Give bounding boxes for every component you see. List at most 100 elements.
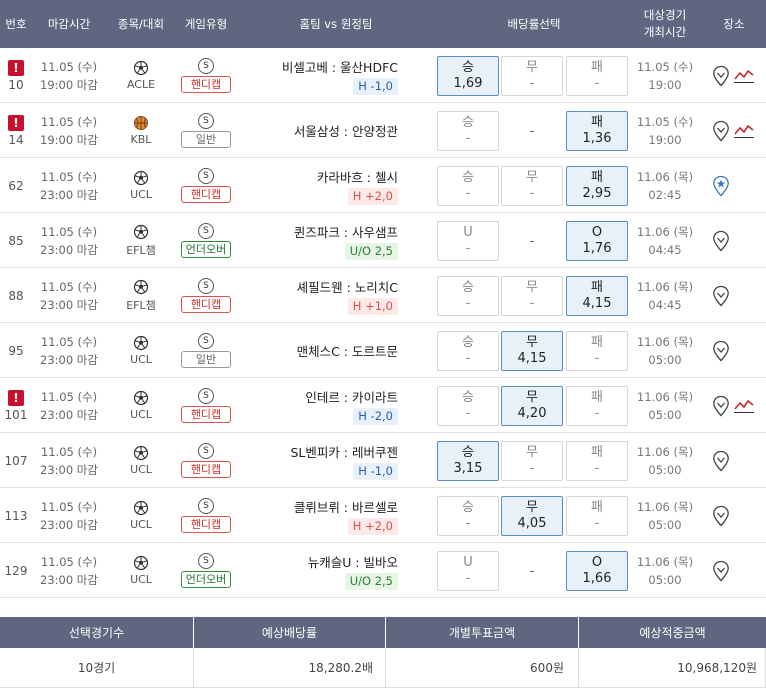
team-names: 비셀고베 : 울산HDFC bbox=[281, 59, 398, 75]
odds-away-button[interactable]: 패- bbox=[566, 496, 628, 536]
alert-flag-icon: ! bbox=[8, 114, 24, 131]
trend-chart-icon[interactable] bbox=[733, 123, 755, 139]
odds-label: 패 bbox=[591, 170, 603, 185]
place bbox=[712, 268, 762, 323]
game-type-badge: 핸디캡 bbox=[181, 296, 231, 313]
odds-draw-button[interactable]: 무- bbox=[501, 441, 563, 481]
event-date: 11.06 (목) bbox=[636, 444, 694, 459]
summary-header-payout: 예상적중금액 bbox=[579, 617, 766, 648]
match-teams: 클뤼브뤼 : 바르셀로 H +2,0 bbox=[236, 488, 436, 543]
odds-label: 승 bbox=[462, 390, 474, 405]
league-name: ACLE bbox=[126, 78, 156, 91]
event-clock: 05:00 bbox=[648, 407, 682, 422]
odds-home-button[interactable]: 승- bbox=[437, 331, 499, 371]
single-bet-icon: S bbox=[198, 388, 214, 404]
game-type: S 핸디캡 bbox=[176, 48, 236, 103]
match-number-text: 85 bbox=[8, 233, 24, 248]
header-game-type: 게임유형 bbox=[184, 16, 228, 31]
odds-away-button[interactable]: 패- bbox=[566, 56, 628, 96]
map-pin-icon[interactable] bbox=[712, 560, 730, 582]
trend-chart-icon[interactable] bbox=[733, 398, 755, 414]
odds-value: - bbox=[529, 76, 535, 91]
event-time: 11.06 (목) 05:00 bbox=[632, 378, 698, 433]
odds-home-button[interactable]: 승- bbox=[437, 496, 499, 536]
handicap-line: U/O 2,5 bbox=[344, 572, 398, 590]
game-type-badge: 핸디캡 bbox=[181, 406, 231, 423]
odds-label: 패 bbox=[591, 335, 603, 350]
map-pin-star-icon[interactable] bbox=[712, 175, 730, 197]
map-pin-icon[interactable] bbox=[712, 505, 730, 527]
deadline-time: 23:00 마감 bbox=[40, 462, 98, 477]
game-type-badge: 핸디캡 bbox=[181, 76, 231, 93]
match-teams: 비셀고베 : 울산HDFC H -1,0 bbox=[236, 48, 436, 103]
match-number: 129 bbox=[0, 543, 32, 598]
odds-home-button[interactable]: 승- bbox=[437, 166, 499, 206]
odds-label: 패 bbox=[591, 390, 603, 405]
odds-away-button[interactable]: 패- bbox=[566, 386, 628, 426]
trend-chart-icon[interactable] bbox=[733, 68, 755, 84]
place bbox=[712, 433, 762, 488]
odds-value: - bbox=[465, 351, 471, 366]
odds-away-button[interactable]: 패- bbox=[566, 441, 628, 481]
odds-draw-button[interactable]: 무- bbox=[501, 276, 563, 316]
odds-value: - bbox=[465, 296, 471, 311]
league-name: EFL챔 bbox=[126, 243, 156, 257]
event-time: 11.06 (목) 04:45 bbox=[632, 213, 698, 268]
team-names: 맨체스C : 도르트문 bbox=[296, 344, 398, 359]
event-time: 11.06 (목) 02:45 bbox=[632, 158, 698, 213]
odds-draw-button[interactable]: 무- bbox=[501, 56, 563, 96]
match-number: 88 bbox=[0, 268, 32, 323]
odds-draw-button[interactable]: 무- bbox=[501, 166, 563, 206]
game-type-badge: 언더오버 bbox=[181, 241, 231, 258]
odds-away-button[interactable]: O 1,76 bbox=[566, 221, 628, 261]
odds-home-button[interactable]: U- bbox=[437, 221, 499, 261]
odds-value: - bbox=[594, 516, 600, 531]
event-time: 11.05 (수) 19:00 bbox=[632, 103, 698, 158]
odds-draw-button[interactable]: 무 4,20 bbox=[501, 386, 563, 426]
event-time: 11.05 (수) 19:00 bbox=[632, 48, 698, 103]
event-clock: 05:00 bbox=[648, 517, 682, 532]
match-number-text: 14 bbox=[8, 132, 24, 147]
map-pin-icon[interactable] bbox=[712, 450, 730, 472]
deadline: 11.05 (수) 23:00 마감 bbox=[32, 268, 106, 323]
odds-home-button[interactable]: U- bbox=[437, 551, 499, 591]
odds-home-button[interactable]: 승 1,69 bbox=[437, 56, 499, 96]
odds-away-button[interactable]: 패 2,95 bbox=[566, 166, 628, 206]
odds-draw-button[interactable]: 무 4,05 bbox=[501, 496, 563, 536]
odds-away-button[interactable]: 패- bbox=[566, 331, 628, 371]
odds-home-button[interactable]: 승- bbox=[437, 111, 499, 151]
map-pin-icon[interactable] bbox=[712, 340, 730, 362]
game-type-badge: 핸디캡 bbox=[181, 516, 231, 533]
map-pin-icon[interactable] bbox=[712, 395, 730, 417]
deadline: 11.05 (수) 23:00 마감 bbox=[32, 323, 106, 378]
map-pin-icon[interactable] bbox=[712, 230, 730, 252]
odds-home-button[interactable]: 승- bbox=[437, 386, 499, 426]
soccer-ball-icon bbox=[133, 500, 149, 516]
match-number-text: 113 bbox=[4, 508, 28, 523]
league-name: KBL bbox=[130, 133, 152, 146]
odds-away-button[interactable]: 패 4,15 bbox=[566, 276, 628, 316]
map-pin-icon[interactable] bbox=[712, 65, 730, 87]
odds-label: 승 bbox=[462, 170, 474, 185]
basketball-icon bbox=[134, 116, 148, 130]
odds-home-button[interactable]: 승 3,15 bbox=[437, 441, 499, 481]
map-pin-icon[interactable] bbox=[712, 120, 730, 142]
odds-value: - bbox=[529, 461, 535, 476]
odds-label: 무 bbox=[526, 60, 538, 75]
odds-label: 승 bbox=[462, 115, 474, 130]
odds-value: - bbox=[465, 131, 471, 146]
odds-away-button[interactable]: 패 1,36 bbox=[566, 111, 628, 151]
table-row: 107 11.05 (수) 23:00 마감 UCL S 핸디캡 SL벤피카 : 레버쿠젠 H… bbox=[0, 433, 766, 488]
odds-label: 무 bbox=[526, 500, 538, 515]
odds-value: - bbox=[594, 351, 600, 366]
soccer-ball-icon bbox=[133, 445, 149, 461]
handicap-line: H -1,0 bbox=[353, 77, 398, 95]
map-pin-icon[interactable] bbox=[712, 285, 730, 307]
odds-home-button[interactable]: 승- bbox=[437, 276, 499, 316]
table-header: 번호 마감시간 종목/대회 게임유형 홈팀 vs 원정팀 배당률선택 대상경기 … bbox=[0, 0, 766, 48]
game-type-badge: 일반 bbox=[181, 351, 231, 368]
odds-draw-button[interactable]: 무 4,15 bbox=[501, 331, 563, 371]
odds-away-button[interactable]: O 1,66 bbox=[566, 551, 628, 591]
table-row: 129 11.05 (수) 23:00 마감 UCL S 언더오버 뉴캐슬U : 빌바오 U/… bbox=[0, 543, 766, 598]
league-name: UCL bbox=[130, 408, 152, 421]
